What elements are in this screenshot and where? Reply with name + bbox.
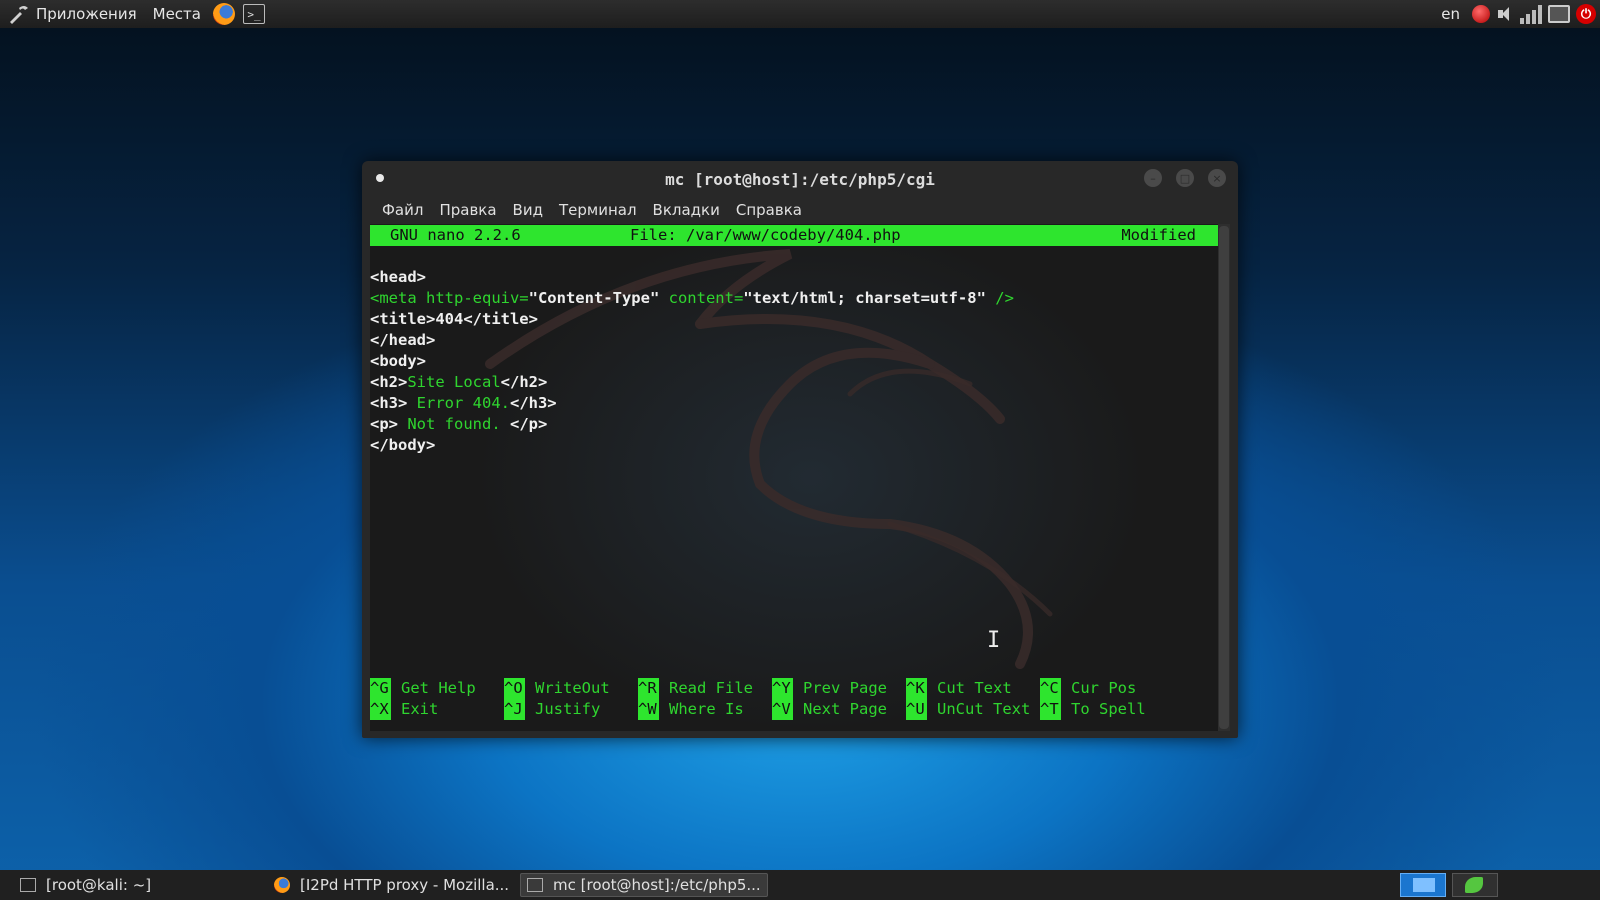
workspace-1-button[interactable] xyxy=(1400,873,1446,897)
code-line: <p> Not found. </p> xyxy=(370,415,548,433)
shortcut-uncut-text[interactable]: ^U UnCut Text xyxy=(906,699,1030,720)
code-line: <h2>Site Local</h2> xyxy=(370,373,548,391)
task-mc-terminal[interactable]: mc [root@host]:/etc/php5... xyxy=(520,873,768,897)
kali-menu-icon xyxy=(10,6,28,24)
task-label: [root@kali: ~] xyxy=(46,876,152,894)
places-label: Места xyxy=(152,5,201,23)
scrollbar-thumb[interactable] xyxy=(1219,226,1229,729)
window-menu-dot[interactable] xyxy=(376,174,384,182)
terminal-area[interactable]: GNU nano 2.2.6 File: /var/www/codeby/404… xyxy=(370,224,1218,731)
firefox-launcher[interactable] xyxy=(209,0,239,28)
maximize-button[interactable]: □ xyxy=(1176,169,1194,187)
code-line: <head> xyxy=(370,268,426,286)
shortcut-justify[interactable]: ^J Justify xyxy=(504,699,600,720)
menu-view[interactable]: Вид xyxy=(509,201,547,219)
shortcut-read-file[interactable]: ^R Read File xyxy=(638,678,753,699)
window-titlebar[interactable]: mc [root@host]:/etc/php5/cgi – □ × xyxy=(362,161,1238,197)
nano-version: GNU nano 2.2.6 xyxy=(390,226,521,244)
shortcut-where-is[interactable]: ^W Where Is xyxy=(638,699,744,720)
task-firefox-proxy[interactable]: [I2Pd HTTP proxy - Mozilla... xyxy=(268,873,518,897)
code-line: <title>404</title> xyxy=(370,310,538,328)
terminal-window: mc [root@host]:/etc/php5/cgi – □ × Файл … xyxy=(362,161,1238,738)
firefox-icon xyxy=(274,877,290,893)
shortcut-exit[interactable]: ^X Exit xyxy=(370,699,438,720)
nano-modified-status: Modified xyxy=(1121,226,1196,244)
window-title: mc [root@host]:/etc/php5/cgi xyxy=(665,169,935,189)
nano-header: GNU nano 2.2.6 File: /var/www/codeby/404… xyxy=(370,225,1218,246)
workspace-2-button[interactable] xyxy=(1452,873,1498,897)
shortcut-next-page[interactable]: ^V Next Page xyxy=(772,699,887,720)
terminal-launcher[interactable]: >_ xyxy=(239,0,269,28)
menu-help[interactable]: Справка xyxy=(732,201,806,219)
terminal-icon: >_ xyxy=(243,4,265,24)
places-menu[interactable]: Места xyxy=(145,0,209,28)
volume-icon[interactable] xyxy=(1496,5,1514,23)
terminal-scrollbar[interactable] xyxy=(1218,224,1230,731)
task-label: mc [root@host]:/etc/php5... xyxy=(553,876,761,894)
code-line: </head> xyxy=(370,331,436,349)
menu-file[interactable]: Файл xyxy=(378,201,427,219)
task-root-kali[interactable]: [root@kali: ~] xyxy=(14,873,264,897)
terminal-icon xyxy=(20,878,36,892)
shortcut-get-help[interactable]: ^G Get Help xyxy=(370,678,476,699)
code-line: <body> xyxy=(370,352,426,370)
nano-shortcut-bar: ^G Get Help ^O WriteOut ^R Read File ^Y Prev… xyxy=(370,678,1218,720)
menu-edit[interactable]: Правка xyxy=(435,201,500,219)
firefox-icon xyxy=(213,3,235,25)
shortcut-prev-page[interactable]: ^Y Prev Page xyxy=(772,678,887,699)
shortcut-writeout[interactable]: ^O WriteOut xyxy=(504,678,610,699)
close-button[interactable]: × xyxy=(1208,169,1226,187)
terminal-icon xyxy=(527,878,543,892)
shortcut-to-spell[interactable]: ^T To Spell xyxy=(1040,699,1146,720)
nano-filename: File: /var/www/codeby/404.php xyxy=(630,226,901,244)
editor-content[interactable]: <head> <meta http-equiv="Content-Type" c… xyxy=(370,267,1014,456)
menu-bar: Файл Правка Вид Терминал Вкладки Справка xyxy=(362,197,1238,223)
shortcut-cut-text[interactable]: ^K Cut Text xyxy=(906,678,1012,699)
bottom-taskbar: [root@kali: ~] [I2Pd HTTP proxy - Mozill… xyxy=(0,870,1600,900)
applications-label: Приложения xyxy=(36,5,137,23)
power-icon[interactable]: ⏻ xyxy=(1576,4,1596,24)
code-line: </body> xyxy=(370,436,436,454)
applications-menu[interactable]: Приложения xyxy=(0,0,145,28)
menu-tabs[interactable]: Вкладки xyxy=(649,201,724,219)
shortcut-cur-pos[interactable]: ^C Cur Pos xyxy=(1040,678,1136,699)
record-icon[interactable] xyxy=(1472,5,1490,23)
code-line: <h3> Error 404.</h3> xyxy=(370,394,557,412)
code-line: <meta http-equiv="Content-Type" content=… xyxy=(370,289,1014,307)
text-cursor-icon: I xyxy=(987,628,1001,653)
leaf-icon xyxy=(1465,877,1483,893)
minimize-button[interactable]: – xyxy=(1144,169,1162,187)
battery-icon[interactable] xyxy=(1548,5,1570,23)
top-panel: Приложения Места >_ en ⏻ xyxy=(0,0,1600,28)
signal-icon[interactable] xyxy=(1520,4,1542,24)
keyboard-layout[interactable]: en xyxy=(1441,5,1460,23)
menu-terminal[interactable]: Терминал xyxy=(555,201,641,219)
task-label: [I2Pd HTTP proxy - Mozilla... xyxy=(300,876,510,894)
